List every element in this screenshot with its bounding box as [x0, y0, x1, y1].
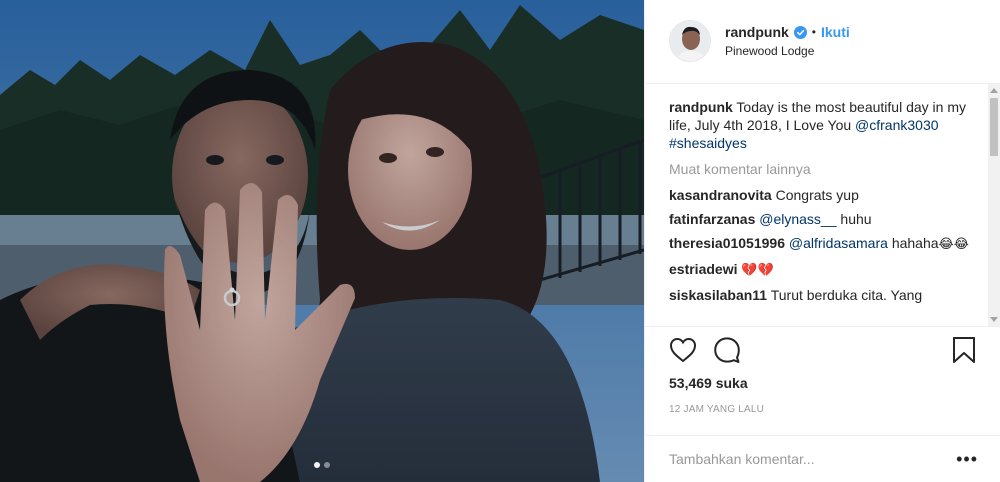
comment-username[interactable]: kasandranovita: [669, 187, 772, 203]
heart-icon: [669, 338, 697, 363]
comment-item: siskasilaban11 Turut berduka cita. Yang: [669, 286, 978, 304]
comment-username[interactable]: fatinfarzanas: [669, 211, 755, 227]
post-side-panel: randpunk • Ikuti Pinewood Lodge randpunk…: [644, 0, 1000, 482]
avatar-image: [670, 21, 710, 62]
comment-item: fatinfarzanas @elynass__ huhu: [669, 210, 978, 228]
broken-heart-emoji-icon: 💔💔: [741, 262, 774, 278]
follow-button[interactable]: Ikuti: [821, 24, 850, 40]
instagram-post: randpunk • Ikuti Pinewood Lodge randpunk…: [0, 0, 1000, 482]
comment-item: estriadewi 💔💔: [669, 260, 978, 280]
scroll-thumb[interactable]: [990, 97, 998, 156]
verified-badge-icon: [793, 25, 807, 39]
comment-item: theresia01051996 @alfridasamara hahaha😂😂: [669, 234, 978, 254]
comment-item: kasandranovita Congrats yup: [669, 186, 978, 204]
post-header: randpunk • Ikuti Pinewood Lodge: [645, 0, 1000, 84]
header-row: randpunk • Ikuti: [725, 24, 850, 40]
comment-mention[interactable]: @elynass__: [759, 211, 836, 227]
carousel-dot-active: [314, 462, 320, 468]
comment-text: hahaha: [891, 234, 939, 251]
post-image: [0, 0, 644, 482]
carousel-indicator: [0, 462, 644, 468]
add-comment-bar: •••: [645, 435, 1000, 482]
scroll-down-arrow-icon[interactable]: [990, 316, 998, 322]
comment-button[interactable]: [713, 336, 741, 367]
post-actions: 53,469 suka 12 JAM YANG LALU: [645, 325, 1000, 436]
comment-icon: [714, 337, 740, 364]
like-count[interactable]: 53,469 suka: [669, 375, 976, 391]
bookmark-icon: [953, 337, 975, 364]
comment-username[interactable]: theresia01051996: [669, 235, 785, 251]
comment-text: Turut berduka cita. Yang: [770, 286, 923, 303]
comment-text: Congrats yup: [775, 186, 859, 203]
header-text: randpunk • Ikuti Pinewood Lodge: [725, 24, 850, 58]
caption-hashtag[interactable]: #shesaidyes: [669, 135, 747, 151]
comment-username[interactable]: siskasilaban11: [669, 287, 767, 303]
caption-mention[interactable]: @cfrank3030: [855, 117, 938, 133]
caption: randpunk Today is the most beautiful day…: [669, 98, 978, 152]
comments-list: randpunk Today is the most beautiful day…: [645, 83, 1000, 326]
comment-mention[interactable]: @alfridasamara: [789, 235, 888, 251]
avatar[interactable]: [669, 20, 711, 63]
location-link[interactable]: Pinewood Lodge: [725, 44, 850, 58]
comments-scrollbar[interactable]: [988, 83, 1000, 326]
post-photo[interactable]: [0, 0, 644, 482]
post-timestamp[interactable]: 12 JAM YANG LALU: [669, 404, 976, 415]
comment-input[interactable]: [669, 451, 957, 468]
scroll-up-arrow-icon[interactable]: [990, 87, 998, 93]
header-username[interactable]: randpunk: [725, 24, 789, 40]
save-button[interactable]: [952, 336, 976, 367]
comment-text: huhu: [840, 210, 872, 227]
carousel-dot: [324, 462, 330, 468]
laughing-emoji-icon: 😂😂: [938, 236, 969, 252]
comment-username[interactable]: estriadewi: [669, 261, 737, 277]
caption-username[interactable]: randpunk: [669, 99, 733, 115]
header-separator: •: [811, 25, 816, 40]
load-more-comments[interactable]: Muat komentar lainnya: [669, 161, 978, 177]
action-icons: [669, 337, 976, 367]
more-options-icon[interactable]: •••: [956, 450, 978, 468]
like-button[interactable]: [669, 337, 697, 366]
